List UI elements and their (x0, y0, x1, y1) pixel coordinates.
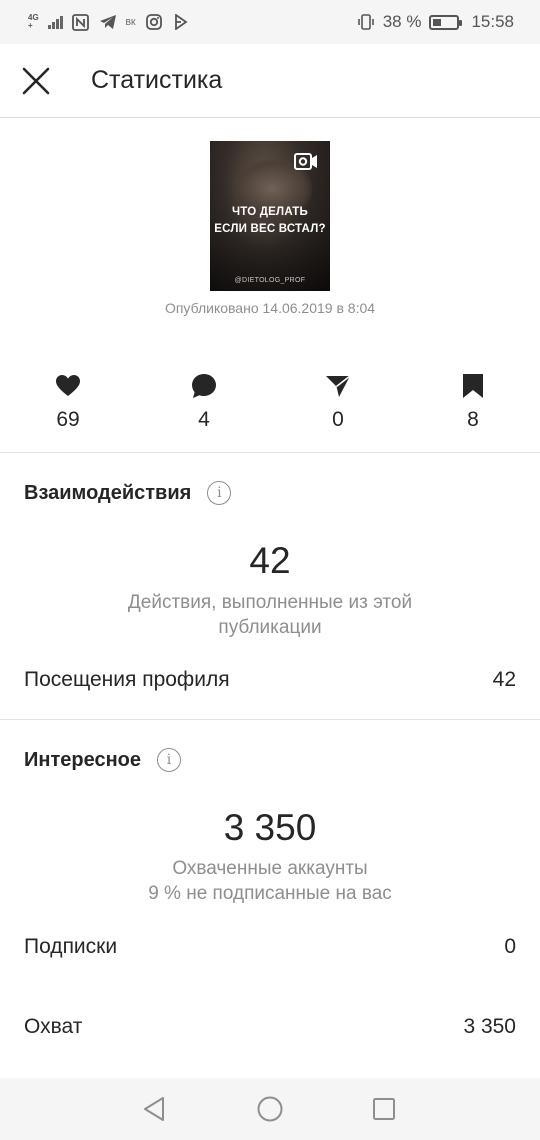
follows-value: 0 (504, 935, 516, 958)
nfc-icon (72, 13, 90, 31)
reach-row: Охват 3 350 (24, 1015, 516, 1039)
status-bar-left: 4G + ВК (28, 13, 190, 31)
battery-icon (429, 14, 463, 30)
home-icon (257, 1096, 283, 1122)
info-icon[interactable]: i (157, 748, 181, 772)
comment-icon (192, 374, 216, 398)
post-metrics: 69 4 0 8 (0, 370, 540, 440)
interactions-value: 42 (249, 540, 291, 581)
vk-icon: ВК (125, 17, 136, 27)
reach-label: Охват (24, 1015, 83, 1038)
status-bar-right: 38 % 15:58 (357, 12, 514, 32)
network-sub-label: + (28, 21, 33, 30)
interactions-title: Взаимодействия (24, 481, 192, 504)
shares-count: 0 (332, 408, 344, 431)
bookmark-icon (463, 374, 483, 398)
thumbnail-caption-line-1: ЧТО ДЕЛАТЬ (232, 206, 308, 218)
back-button[interactable] (137, 1092, 171, 1126)
comments-count: 4 (198, 408, 210, 431)
network-indicator: 4G + (28, 14, 39, 30)
send-icon (326, 375, 351, 397)
flash-icon (172, 13, 190, 31)
instagram-icon (145, 13, 163, 31)
interactions-header: Взаимодействия i (24, 481, 232, 505)
close-icon (22, 67, 50, 94)
published-date: Опубликовано 14.06.2019 в 8:04 (164, 300, 376, 316)
telegram-icon (99, 13, 117, 31)
top-app-bar: Статистика (0, 44, 540, 118)
clock: 15:58 (471, 12, 514, 31)
follows-row: Подписки 0 (24, 935, 516, 959)
video-icon (294, 153, 317, 170)
comments-metric: 4 (164, 370, 244, 432)
info-icon[interactable]: i (207, 481, 232, 505)
discovery-header: Интересное i (24, 748, 181, 772)
divider (0, 452, 540, 453)
interactions-description: Действия, выполненные из этой публикации (127, 592, 413, 638)
system-navigation-bar (0, 1078, 540, 1140)
profile-visits-label: Посещения профиля (24, 668, 230, 691)
discovery-value: 3 350 (223, 807, 317, 848)
thumbnail-caption-line-2: ЕСЛИ ВЕС ВСТАЛ? (214, 223, 326, 235)
signal-icon (47, 15, 63, 29)
likes-metric: 69 (28, 370, 108, 432)
non-followers-label: 9 % не подписанные на вас (148, 883, 392, 904)
thumbnail-handle: @DIETOLOG_PROF (234, 277, 306, 284)
post-thumbnail[interactable]: ЧТО ДЕЛАТЬ ЕСЛИ ВЕС ВСТАЛ? @DIETOLOG_PRO… (210, 141, 330, 291)
likes-count: 69 (56, 408, 80, 431)
thumbnail-caption: ЧТО ДЕЛАТЬ ЕСЛИ ВЕС ВСТАЛ? (210, 204, 330, 238)
profile-visits-row: Посещения профиля 42 (24, 668, 516, 692)
reached-accounts-label: Охваченные аккаунты (172, 858, 368, 879)
home-button[interactable] (253, 1092, 287, 1126)
recents-button[interactable] (367, 1092, 401, 1126)
saves-count: 8 (467, 408, 479, 431)
shares-metric: 0 (298, 370, 378, 432)
recents-icon (373, 1098, 395, 1120)
back-icon (144, 1097, 164, 1121)
close-button[interactable] (1, 44, 71, 118)
profile-visits-value: 42 (492, 668, 516, 691)
follows-label: Подписки (24, 935, 118, 958)
saves-metric: 8 (433, 370, 513, 432)
reach-value: 3 350 (463, 1015, 516, 1038)
divider (0, 719, 540, 720)
heart-icon (56, 375, 80, 396)
page-title: Статистика (91, 66, 223, 94)
status-bar: 4G + ВК 38 % 15:58 (0, 0, 540, 44)
discovery-description: Охваченные аккаунты 9 % не подписанные н… (90, 856, 450, 906)
battery-percent: 38 % (382, 12, 422, 31)
vibrate-icon (357, 13, 375, 31)
discovery-title: Интересное (24, 748, 141, 771)
